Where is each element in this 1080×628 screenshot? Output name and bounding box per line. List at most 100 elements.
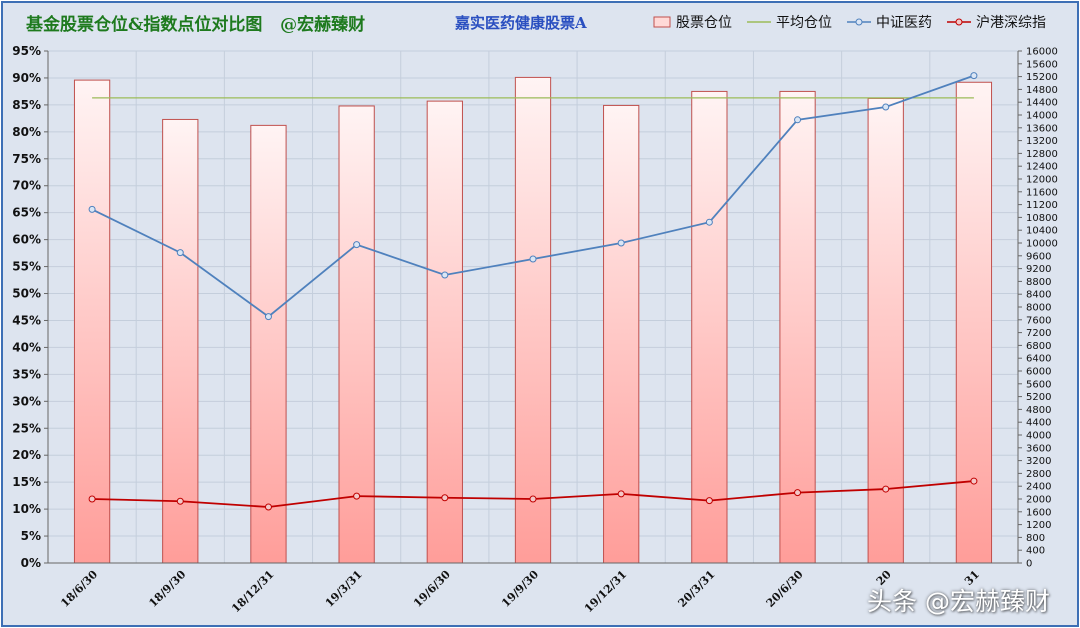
y-right-tick-label: 800 [1026,533,1045,544]
y-right-tick-label: 15600 [1026,59,1058,70]
y-left-tick-label: 55% [12,260,41,274]
y-left-tick-label: 70% [12,179,41,193]
y-right-tick-label: 1600 [1026,507,1051,518]
y-left-tick-label: 10% [12,502,41,516]
y-right-tick-label: 10000 [1026,239,1058,250]
y-right-tick-label: 13200 [1026,136,1058,147]
bar [867,97,904,564]
y-left-tick-label: 45% [12,313,41,327]
legend-item-position: 股票仓位 [652,12,732,32]
y-right-tick-label: 11200 [1026,200,1058,211]
y-right-tick-label: 1200 [1026,520,1051,531]
data-point [441,271,449,279]
y-right-tick-label: 13600 [1026,123,1058,134]
bar [73,79,111,564]
y-right-tick-label: 12000 [1026,175,1058,186]
y-left-tick-label: 75% [12,152,41,166]
y-right-tick-label: 8000 [1026,303,1051,314]
chart-title-text: 基金股票仓位&指数点位对比图 [26,15,263,35]
y-left-tick-label: 20% [12,448,41,462]
y-left-tick-label: 60% [12,233,41,247]
bar [955,81,993,564]
y-right-tick-label: 14400 [1026,98,1058,109]
data-point [353,241,361,249]
y-right-tick-label: 12800 [1026,149,1058,160]
legend-label-hs-index: 沪港深综指 [976,15,1046,31]
y-right-tick-label: 4000 [1026,431,1051,442]
data-point [794,116,802,124]
y-right-tick-label: 8800 [1026,277,1051,288]
y-right-tick-label: 4800 [1026,405,1051,416]
y-right-tick-label: 6000 [1026,367,1051,378]
y-left-tick-label: 30% [12,394,41,408]
y-right-tick-label: 6800 [1026,341,1051,352]
y-left-tick-label: 65% [12,206,41,220]
bar [250,124,287,564]
y-right-tick-label: 11600 [1026,187,1058,198]
y-left-tick-label: 40% [12,340,41,354]
data-point [264,313,272,321]
data-point [176,497,184,505]
data-point [970,477,978,485]
data-point [176,249,184,257]
data-point [882,103,890,111]
data-point [705,497,713,505]
chart-canvas: 0% 5% 10% 15% 20% 25% 30% 35% 40% 45% 50% 55% 60% 65%… [1,1,1079,627]
data-point [441,494,449,502]
y-right-tick-label: 2400 [1026,482,1051,493]
y-right-tick-label: 8400 [1026,290,1051,301]
data-point [617,490,625,498]
y-right-tick-label: 12400 [1026,162,1058,173]
y-right-tick-label: 2800 [1026,469,1051,480]
data-point [88,205,96,213]
y-right-tick-label: 4400 [1026,418,1051,429]
y-left-tick-label: 15% [12,475,41,489]
legend-item-average: 平均仓位 [746,12,832,32]
y-right-tick-label: 6400 [1026,354,1051,365]
legend-item-hs-index: 沪港深综指 [946,12,1046,32]
watermark: 头条 @宏赫臻财 [867,587,1050,616]
y-left-tick-label: 0% [21,556,41,570]
y-left-tick-label: 25% [12,421,41,435]
y-right-tick-label: 3600 [1026,443,1051,454]
data-point [794,489,802,497]
y-right-tick-label: 14000 [1026,111,1058,122]
chart-title: 基金股票仓位&指数点位对比图 @宏赫臻财 [26,10,365,35]
chart-author: @宏赫臻财 [280,15,366,35]
y-left-tick-label: 90% [12,71,41,85]
y-right-tick-label: 400 [1026,546,1045,557]
data-point [970,72,978,80]
y-left-tick-label: 35% [12,367,41,381]
chart-container: 0% 5% 10% 15% 20% 25% 30% 35% 40% 45% 50% 55% 60% 65%… [0,0,1080,628]
y-left-tick-label: 80% [12,125,41,139]
data-point [529,255,537,263]
data-point [882,485,890,493]
legend-item-med-index: 中证医药 [846,12,932,32]
y-right-tick-label: 9200 [1026,264,1051,275]
y-right-tick-label: 16000 [1026,47,1058,58]
y-right-tick-label: 7600 [1026,315,1051,326]
data-point [705,218,713,226]
y-right-tick-label: 2000 [1026,495,1051,506]
y-right-tick-label: 10400 [1026,226,1058,237]
data-point [353,492,361,500]
data-point [529,495,537,503]
y-right-tick-label: 5200 [1026,392,1051,403]
legend: 股票仓位 平均仓位 中证医药 沪港深综指 [652,12,1046,32]
data-point [617,239,625,247]
y-left-tick-label: 95% [12,44,41,58]
y-left-tick-label: 50% [12,287,41,301]
y-right-tick-label: 10800 [1026,213,1058,224]
legend-swatch-average [747,21,771,23]
y-left-tick-label: 5% [21,529,41,543]
data-point [88,495,96,503]
y-right-tick-label: 14800 [1026,85,1058,96]
legend-label-med-index: 中证医药 [876,15,932,31]
chart-subtitle: 嘉实医药健康股票A [455,14,587,32]
y-right-tick-label: 3200 [1026,456,1051,467]
legend-label-position: 股票仓位 [676,15,732,31]
y-left-tick-label: 85% [12,98,41,112]
y-right-tick-label: 15200 [1026,72,1058,83]
y-right-tick-label: 9600 [1026,251,1051,262]
y-right-tick-label: 0 [1026,559,1032,570]
